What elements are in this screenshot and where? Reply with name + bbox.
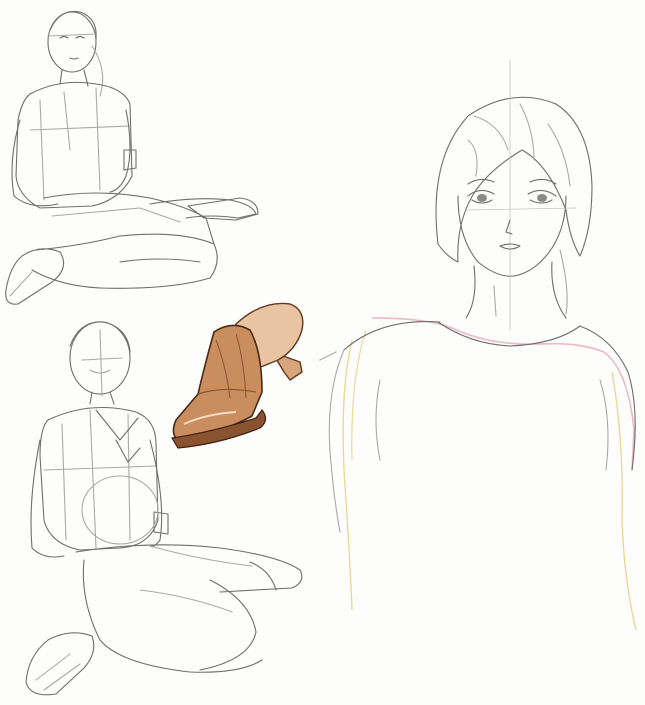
figure2-torso: [39, 406, 159, 551]
bust-shirt-yellow: [342, 339, 637, 631]
sketch-sheet: [0, 0, 645, 705]
sketch-canvas: [5, 10, 637, 696]
seated-figure-crosslegged: [5, 10, 259, 305]
bust-collar: [437, 321, 581, 347]
bust-shirt-pink: [371, 317, 635, 471]
bust-face: [457, 195, 567, 277]
figure1-torso: [15, 81, 133, 209]
figure1-shoe-left: [5, 248, 65, 305]
bust-hair: [435, 96, 593, 263]
mule-shoe: [171, 302, 304, 449]
portrait-bust: [319, 59, 637, 631]
figure2-shoe: [25, 632, 95, 696]
